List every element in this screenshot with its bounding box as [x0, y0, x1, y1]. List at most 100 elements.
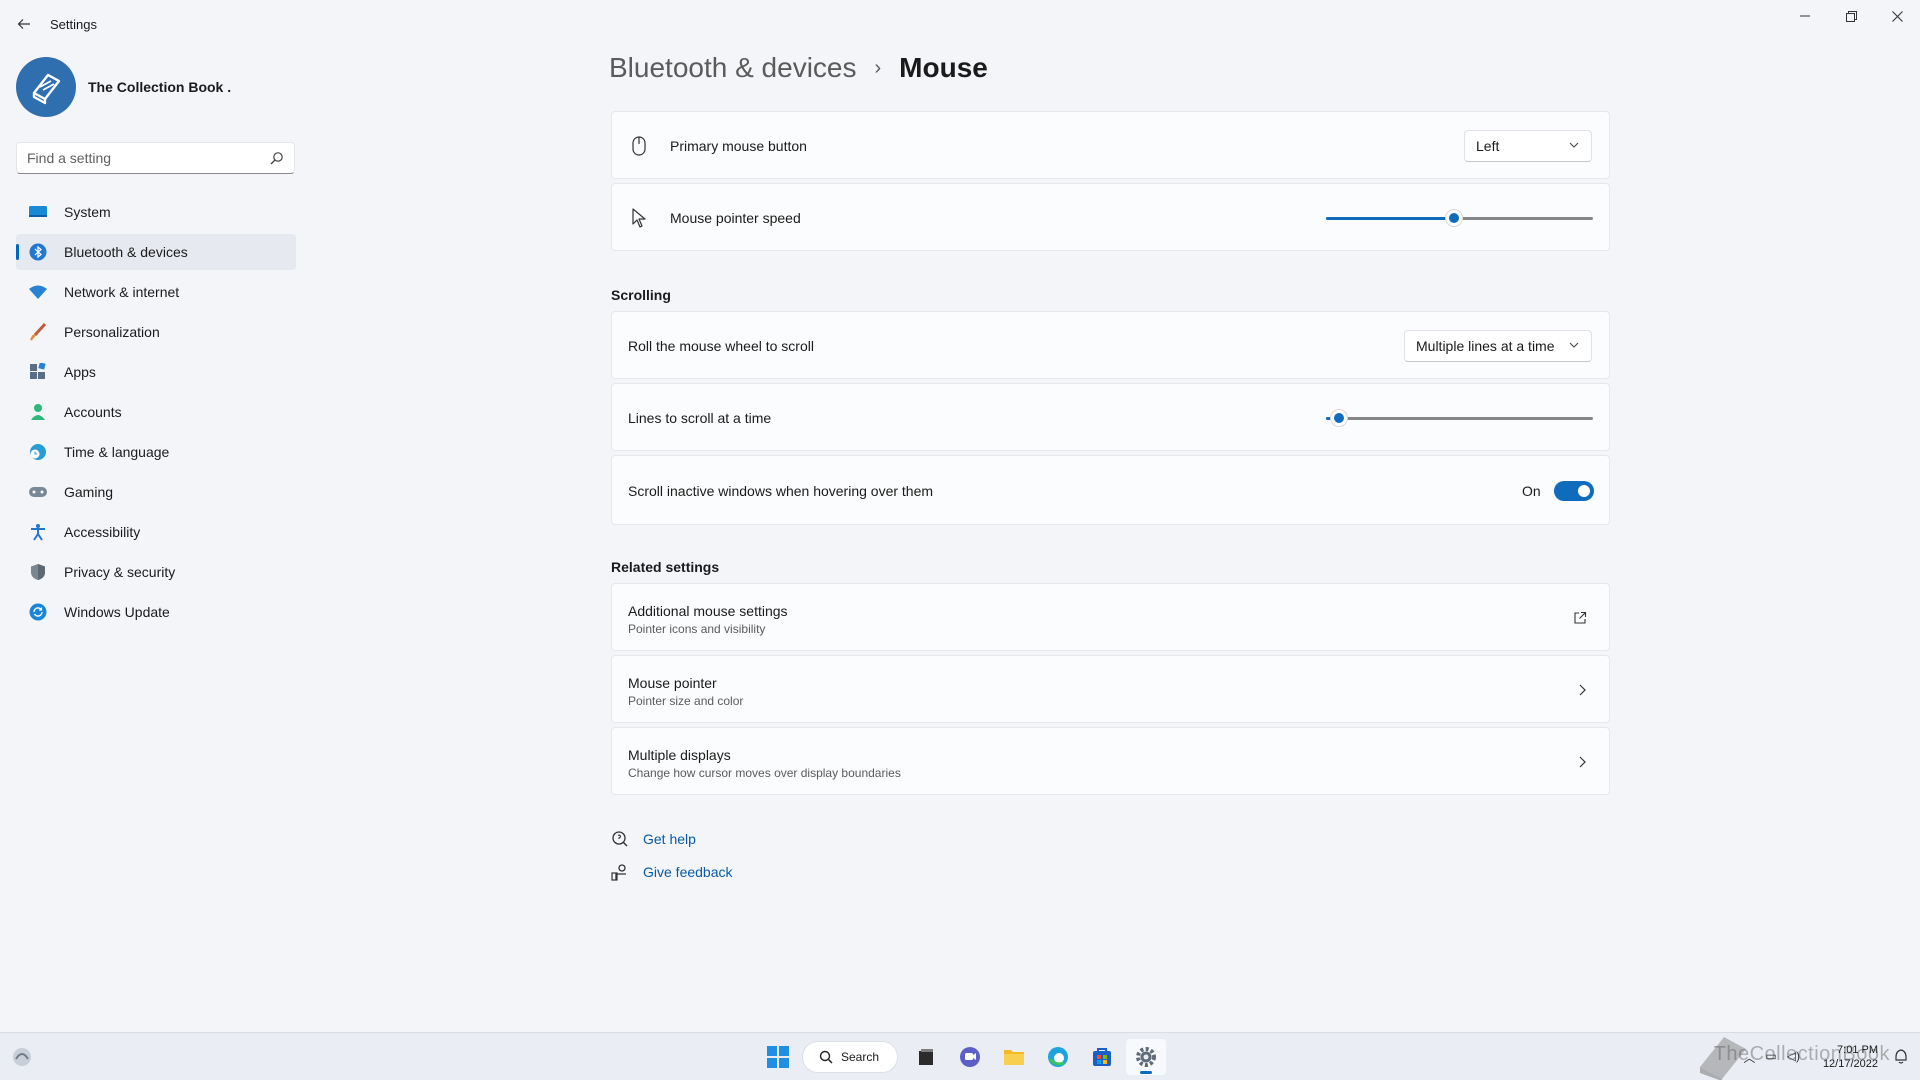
lines-to-scroll-slider[interactable]: [1326, 408, 1593, 428]
toggle-state-label: On: [1522, 483, 1541, 499]
taskbar-apps: Search: [758, 1039, 1170, 1075]
back-arrow-icon: [17, 19, 30, 29]
lines-to-scroll-card: Lines to scroll at a time: [611, 383, 1610, 451]
shield-icon: [28, 562, 48, 582]
brush-icon: [28, 322, 48, 342]
chevron-down-icon: [1569, 142, 1579, 148]
related-item-subtitle: Change how cursor moves over display bou…: [628, 766, 901, 780]
mouse-icon: [632, 136, 646, 156]
settings-app-button[interactable]: [1126, 1039, 1166, 1075]
breadcrumb-separator: ›: [874, 56, 882, 79]
teams-chat-icon: [960, 1047, 980, 1067]
widgets-button[interactable]: [10, 1045, 34, 1074]
taskbar: Search TheCollectionBook ︿ ▭ ◁) 7:01 PM: [0, 1032, 1920, 1080]
sidebar-item-label: Accounts: [64, 404, 122, 420]
sidebar-item-gaming[interactable]: Gaming: [16, 474, 296, 510]
slider-thumb[interactable]: [1331, 410, 1347, 426]
sidebar-item-privacy-security[interactable]: Privacy & security: [16, 554, 296, 590]
sidebar-item-personalization[interactable]: Personalization: [16, 314, 296, 350]
task-view-button[interactable]: [906, 1039, 946, 1075]
bluetooth-icon: [28, 242, 48, 262]
sidebar-item-accounts[interactable]: Accounts: [16, 394, 296, 430]
scroll-inactive-toggle[interactable]: [1554, 481, 1594, 501]
start-button[interactable]: [758, 1039, 798, 1075]
slider-thumb[interactable]: [1446, 210, 1462, 226]
edge-button[interactable]: [1038, 1039, 1078, 1075]
globe-clock-icon: [28, 442, 48, 462]
clock[interactable]: 7:01 PM 12/17/2022: [1823, 1043, 1878, 1071]
monitor-icon: [28, 202, 48, 222]
primary-button-value: Left: [1476, 138, 1500, 154]
file-explorer-button[interactable]: [994, 1039, 1034, 1075]
pointer-speed-slider[interactable]: [1326, 208, 1593, 228]
volume-icon[interactable]: ◁): [1787, 1049, 1800, 1066]
minimize-button[interactable]: [1782, 0, 1828, 32]
breadcrumb: Bluetooth & devices › Mouse: [609, 52, 988, 84]
primary-mouse-button-label: Primary mouse button: [670, 138, 807, 154]
settings-search[interactable]: [16, 142, 295, 174]
roll-wheel-card: Roll the mouse wheel to scroll Multiple …: [611, 311, 1610, 379]
primary-button-dropdown[interactable]: Left: [1464, 130, 1592, 162]
related-item-subtitle: Pointer icons and visibility: [628, 622, 766, 636]
sidebar-item-windows-update[interactable]: Windows Update: [16, 594, 296, 630]
person-icon: [28, 402, 48, 422]
page-title: Mouse: [899, 52, 988, 83]
chevron-down-icon: [1569, 342, 1579, 348]
sidebar-nav: System Bluetooth & devices Network & int…: [16, 194, 296, 634]
tray-icons: ︿ ▭ ◁): [1743, 1049, 1800, 1066]
related-item-title: Additional mouse settings: [628, 603, 788, 619]
breadcrumb-parent-link[interactable]: Bluetooth & devices: [609, 52, 857, 84]
roll-wheel-label: Roll the mouse wheel to scroll: [628, 338, 814, 354]
help-chat-icon: [611, 830, 631, 848]
store-button[interactable]: [1082, 1039, 1122, 1075]
title-bar: Settings: [0, 0, 1920, 48]
sidebar-item-label: Apps: [64, 364, 96, 380]
avatar: [16, 57, 76, 117]
close-icon: [1891, 10, 1903, 22]
minimize-icon: [1800, 15, 1810, 17]
sidebar-item-label: Gaming: [64, 484, 114, 500]
roll-wheel-dropdown[interactable]: Multiple lines at a time: [1404, 330, 1592, 362]
back-button[interactable]: [12, 12, 36, 36]
give-feedback-label: Give feedback: [643, 864, 733, 880]
external-link-icon: [1574, 611, 1587, 624]
sidebar-item-bluetooth-devices[interactable]: Bluetooth & devices: [16, 234, 296, 270]
sidebar-item-accessibility[interactable]: Accessibility: [16, 514, 296, 550]
restore-button[interactable]: [1828, 0, 1874, 32]
chevron-right-icon: [1579, 684, 1586, 696]
sidebar-item-network[interactable]: Network & internet: [16, 274, 296, 310]
sidebar-item-system[interactable]: System: [16, 194, 296, 230]
folder-icon: [1004, 1050, 1024, 1065]
sidebar-item-label: Network & internet: [64, 284, 180, 300]
search-input[interactable]: [17, 143, 257, 173]
sidebar-item-label: Accessibility: [64, 524, 141, 540]
store-icon: [1093, 1048, 1111, 1066]
gear-icon: [1136, 1047, 1156, 1067]
slider-track: [1326, 417, 1593, 420]
user-profile[interactable]: The Collection Book .: [16, 56, 231, 118]
give-feedback-link[interactable]: Give feedback: [611, 863, 733, 881]
related-item-additional-mouse[interactable]: Additional mouse settings Pointer icons …: [611, 583, 1610, 651]
notification-icon[interactable]: [1894, 1049, 1908, 1065]
close-button[interactable]: [1874, 0, 1920, 32]
slider-fill: [1326, 217, 1454, 220]
clock-date: 12/17/2022: [1822, 1058, 1878, 1070]
network-icon[interactable]: ▭: [1765, 1049, 1776, 1066]
scroll-inactive-card: Scroll inactive windows when hovering ov…: [611, 455, 1610, 525]
sidebar-item-label: Bluetooth & devices: [64, 244, 188, 260]
wifi-icon: [28, 282, 48, 302]
sidebar-item-label: Windows Update: [64, 604, 170, 620]
edge-browser-icon: [1048, 1047, 1068, 1067]
taskbar-search[interactable]: Search: [802, 1041, 898, 1073]
sidebar-item-time-language[interactable]: Time & language: [16, 434, 296, 470]
sidebar-item-apps[interactable]: Apps: [16, 354, 296, 390]
get-help-link[interactable]: Get help: [611, 830, 696, 848]
related-item-multiple-displays[interactable]: Multiple displays Change how cursor move…: [611, 727, 1610, 795]
chevron-up-icon[interactable]: ︿: [1743, 1049, 1755, 1066]
chat-button[interactable]: [950, 1039, 990, 1075]
sidebar-item-label: Privacy & security: [64, 564, 176, 580]
sidebar-item-label: System: [64, 204, 111, 220]
restore-icon: [1845, 10, 1857, 22]
related-item-mouse-pointer[interactable]: Mouse pointer Pointer size and color: [611, 655, 1610, 723]
apps-icon: [28, 362, 48, 382]
